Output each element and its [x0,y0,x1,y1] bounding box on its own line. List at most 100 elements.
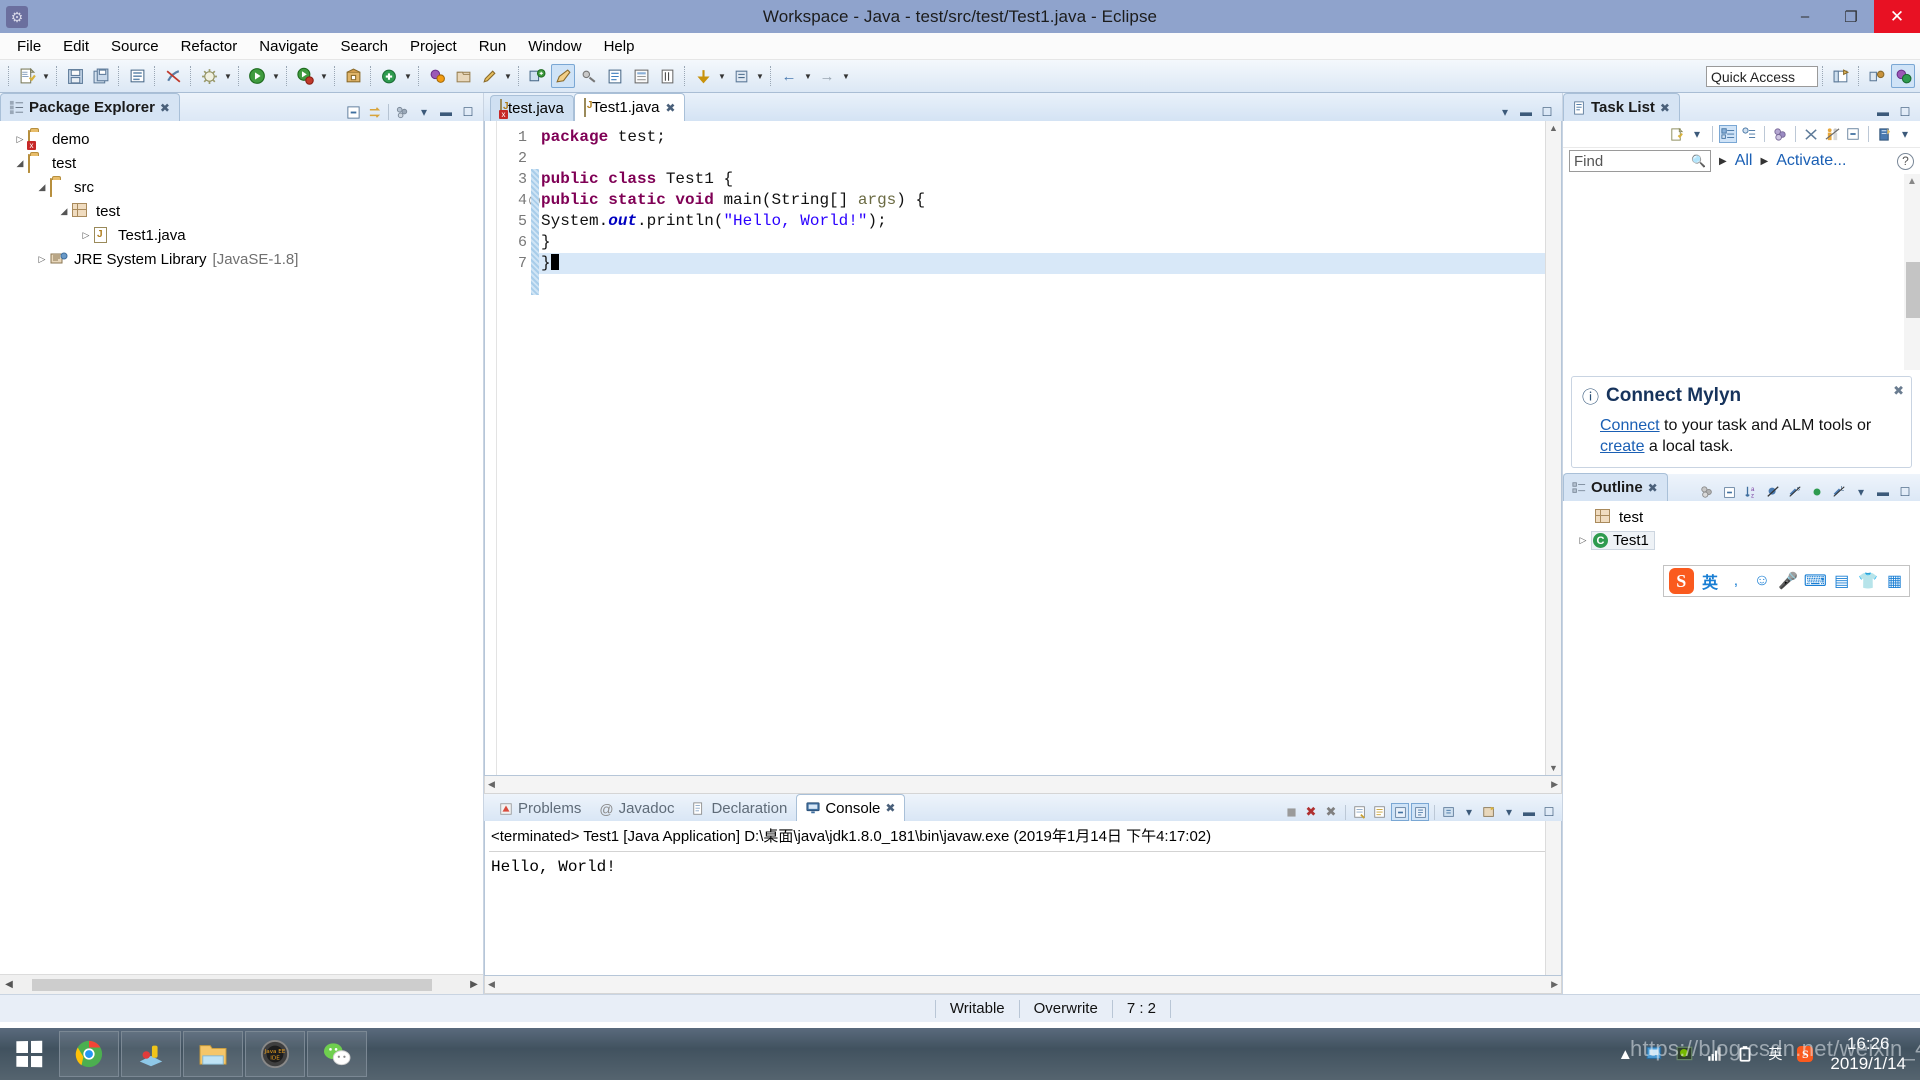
handwriting-icon[interactable]: ▤ [1832,571,1851,591]
collapse-arrow-icon[interactable]: ◢ [56,206,72,217]
minimize-icon[interactable]: ▬ [1874,483,1892,501]
tree-item-test-project[interactable]: ◢ test [0,151,483,175]
search-icon[interactable]: 🔍 [1691,154,1706,168]
editor-vscrollbar[interactable]: ▲ ▼ [1545,121,1561,775]
new-task-icon[interactable] [1667,125,1685,143]
open-console-dropdown-icon[interactable]: ▾ [1460,803,1478,821]
run-dropdown-icon[interactable]: ▼ [270,64,282,88]
hide-fields-icon[interactable] [1764,483,1782,501]
hide-nonpublic-icon[interactable] [1808,483,1826,501]
expand-arrow-icon[interactable]: ▷ [1575,535,1591,546]
collapse-all-icon[interactable] [344,103,362,121]
minimize-icon[interactable]: ▬ [437,103,455,121]
new-task-dropdown-icon[interactable]: ▾ [1688,125,1706,143]
external-tools-icon[interactable] [341,64,365,88]
new-dropdown-icon[interactable]: ▼ [40,64,52,88]
minimize-icon[interactable]: ▬ [1517,103,1535,121]
sogou-ime-toolbar[interactable]: S 英 ‚ ☺ 🎤 ⌨ ▤ 👕 ▦ [1663,565,1910,597]
search-icon[interactable] [525,64,549,88]
display-selected-console-icon[interactable] [1411,803,1429,821]
task-list-body[interactable]: ▲ [1563,174,1920,370]
outline-item-test[interactable]: test [1563,506,1920,529]
remove-launch-icon[interactable]: ✖ [1302,803,1320,821]
console-dropdown-icon[interactable]: ▾ [1500,803,1518,821]
close-icon[interactable]: ✖ [1648,481,1658,495]
back-dropdown-icon[interactable]: ▼ [716,64,728,88]
tab-package-explorer[interactable]: Package Explorer ✖ [0,93,180,121]
menu-navigate[interactable]: Navigate [248,36,329,57]
open-perspective-icon[interactable] [1829,64,1853,88]
scroll-left-icon[interactable]: ◀ [488,979,495,990]
console-hscrollbar[interactable]: ◀ ▶ [484,976,1562,994]
annotation-icon[interactable] [477,64,501,88]
outline-item-test1[interactable]: ▷ C Test1 [1563,529,1920,552]
categorized-presentation-icon[interactable] [1719,125,1737,143]
filter-all-arrow-icon[interactable]: ▶ [1719,156,1727,167]
code-editor[interactable]: 1 2 3 4 − 5 6 7 p [484,121,1562,776]
search-input[interactable]: Find 🔍 [1569,150,1711,172]
scroll-up-icon[interactable]: ▲ [1904,174,1920,187]
help-icon[interactable]: ? [1897,152,1914,170]
maximize-icon[interactable]: ☐ [1538,103,1556,121]
save-all-icon[interactable] [89,64,113,88]
repositories-icon[interactable] [1875,125,1893,143]
scroll-down-icon[interactable]: ▼ [1549,763,1558,773]
previous-annotation-icon[interactable] [603,64,627,88]
tree-item-jre-system-library[interactable]: ▷ JRE System Library [JavaSE-1.8] [0,247,483,271]
scroll-lock-icon[interactable] [1371,803,1389,821]
open-type-icon[interactable] [425,64,449,88]
tree-item-src[interactable]: ◢ src [0,175,483,199]
collapse-arrow-icon[interactable]: ◢ [12,158,28,169]
back-icon[interactable] [691,64,715,88]
collapse-all-icon[interactable] [1844,125,1862,143]
activate-link[interactable]: Activate... [1776,152,1846,170]
link-with-editor-icon[interactable] [366,103,384,121]
close-icon[interactable]: ✖ [1893,383,1904,399]
toggle-block-selection-icon[interactable] [655,64,679,88]
skin-icon[interactable]: 👕 [1858,571,1878,591]
scroll-thumb[interactable] [1906,262,1920,318]
tree-item-demo[interactable]: ▷ x demo [0,127,483,151]
toolbox-icon[interactable]: ▦ [1885,571,1904,591]
close-icon[interactable]: ✖ [885,801,895,815]
save-icon[interactable] [63,64,87,88]
scroll-right-icon[interactable]: ▶ [1551,979,1558,990]
forward-dropdown-icon[interactable]: ▼ [754,64,766,88]
debug-icon[interactable] [293,64,317,88]
menu-window[interactable]: Window [517,36,592,57]
scroll-thumb[interactable] [32,978,432,991]
synchronize-changed-icon[interactable] [1823,125,1841,143]
view-menu-icon[interactable]: ▾ [1496,103,1514,121]
perspective-resource-icon[interactable] [1865,64,1889,88]
view-menu-icon[interactable] [393,103,411,121]
tab-outline[interactable]: Outline ✖ [1563,473,1668,501]
group-by-icon[interactable] [1771,125,1789,143]
nav-forward-dropdown-icon[interactable]: ▼ [840,64,852,88]
new-console-view-icon[interactable] [1480,803,1498,821]
collapse-arrow-icon[interactable]: ◢ [34,182,50,193]
annotation-dropdown-icon[interactable]: ▼ [502,64,514,88]
open-task-icon[interactable] [451,64,475,88]
new-java-dropdown-icon[interactable]: ▼ [402,64,414,88]
menu-help[interactable]: Help [593,36,646,57]
tree-item-package-test[interactable]: ◢ test [0,199,483,223]
taskbar-paint3d-icon[interactable] [121,1031,181,1077]
tab-console[interactable]: Console ✖ [796,794,906,821]
build-icon[interactable] [197,64,221,88]
task-list-vscrollbar[interactable]: ▲ [1904,174,1920,370]
pin-console-icon[interactable] [1391,803,1409,821]
scroll-left-icon[interactable]: ◀ [488,779,495,790]
menu-search[interactable]: Search [329,36,399,57]
view-dropdown-icon[interactable]: ▾ [415,103,433,121]
soft-keyboard-icon[interactable]: ⌨ [1804,571,1827,591]
minimize-icon[interactable]: ▬ [1874,103,1892,121]
perspective-java-icon[interactable] [1891,64,1915,88]
next-annotation-icon[interactable] [577,64,601,88]
maximize-icon[interactable]: ☐ [1896,103,1914,121]
expand-arrow-icon[interactable]: ▷ [34,254,50,265]
menu-file[interactable]: File [6,36,52,57]
print-icon[interactable] [125,64,149,88]
console-vscrollbar[interactable] [1545,821,1561,975]
close-button[interactable]: ✕ [1874,0,1920,33]
last-edit-location-icon[interactable] [629,64,653,88]
